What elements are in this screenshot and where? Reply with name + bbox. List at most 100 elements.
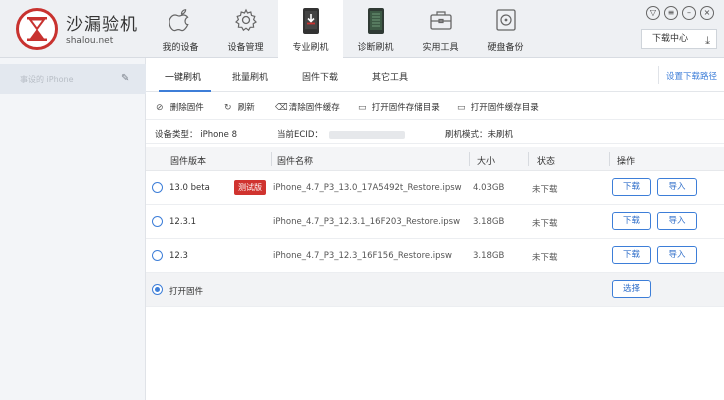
col-separator (469, 152, 470, 166)
col-status: 状态 (537, 157, 556, 167)
col-version: 固件版本 (170, 157, 207, 167)
sidebar-device-item[interactable]: 事设的 iPhone ✎ (0, 64, 146, 94)
device-name: 事设的 iPhone (20, 75, 74, 84)
firmware-version: 13.0 beta (169, 183, 210, 193)
ecid-redacted (328, 130, 405, 139)
window-controls: ▽ ≡ – × (646, 6, 714, 20)
flash-tabs: 一键刷机 批量刷机 固件下载 其它工具 设置下载路径 (146, 58, 724, 92)
tool-label: 清除固件缓存 (288, 103, 340, 113)
flash-mode-value: 未刷机 (487, 130, 514, 140)
beta-badge: 测试版 (234, 180, 266, 195)
menu-icon[interactable]: ≡ (664, 6, 678, 20)
nav-label: 专业刷机 (292, 43, 329, 53)
col-size: 大小 (477, 157, 496, 167)
row-radio[interactable] (152, 182, 163, 193)
tool-label: 删除固件 (169, 103, 204, 113)
table-row[interactable]: 12.3.1 iPhone_4.7_P3_12.3.1_16F203_Resto… (146, 205, 724, 239)
firmware-version: 12.3 (169, 251, 188, 261)
phone-flash-icon (299, 8, 323, 34)
table-row[interactable]: 13.0 beta 测试版 iPhone_4.7_P3_13.0_17A5492… (146, 171, 724, 205)
nav-label: 设备管理 (227, 43, 264, 53)
close-icon[interactable]: × (700, 6, 714, 20)
app-domain: shalou.net (66, 36, 114, 46)
table-row[interactable]: 12.3 iPhone_4.7_P3_12.3_16F156_Restore.i… (146, 239, 724, 273)
clear-cache-button[interactable]: ⌫ 清除固件缓存 (275, 101, 340, 113)
download-button[interactable]: 下载 (612, 246, 651, 264)
flash-mode-info: 刷机模式：未刷机 (445, 128, 513, 140)
col-separator (528, 152, 529, 166)
col-separator (271, 152, 272, 166)
choose-button[interactable]: 选择 (612, 280, 651, 298)
firmware-size: 3.18GB (473, 251, 505, 261)
open-cache-dir-button[interactable]: ▭ 打开固件缓存目录 (457, 101, 539, 113)
row-radio[interactable] (152, 250, 163, 261)
app-title: 沙漏验机 (66, 15, 138, 35)
minimize-icon[interactable]: – (682, 6, 696, 20)
col-name: 固件名称 (277, 157, 314, 167)
nav-device-manage[interactable]: 设备管理 (213, 0, 278, 58)
main-nav: 我的设备 设备管理 专业刷机 诊断刷机 实用工具 硬盘备份 (148, 0, 538, 58)
broom-icon: ⌫ (275, 103, 288, 113)
toolbox-icon (429, 8, 453, 32)
nav-pro-flash[interactable]: 专业刷机 (278, 0, 343, 58)
tool-label: 刷新 (237, 103, 255, 113)
col-separator (609, 152, 610, 166)
chip-icon (364, 8, 388, 34)
open-storage-dir-button[interactable]: ▭ 打开固件存储目录 (358, 101, 440, 113)
firmware-status: 未下载 (532, 253, 558, 263)
set-download-path-link[interactable]: 设置下载路径 (666, 70, 717, 82)
skin-icon[interactable]: ▽ (646, 6, 660, 20)
device-type-info: 设备类型： iPhone 8 (155, 128, 237, 140)
delete-firmware-button[interactable]: ⊘ 删除固件 (156, 101, 204, 113)
tab-batch-flash[interactable]: 批量刷机 (232, 70, 268, 83)
folder-icon: ▭ (358, 103, 367, 113)
download-center-label: 下载中心 (652, 34, 689, 44)
firmware-version: 12.3.1 (169, 217, 197, 227)
firmware-table-header: 固件版本 固件名称 大小 状态 操作 (146, 147, 724, 171)
download-button[interactable]: 下载 (612, 212, 651, 230)
nav-disk-backup[interactable]: 硬盘备份 (473, 0, 538, 58)
nav-tools[interactable]: 实用工具 (408, 0, 473, 58)
hourglass-logo-icon (16, 8, 58, 50)
edit-icon[interactable]: ✎ (121, 73, 129, 84)
download-button[interactable]: 下载 (612, 178, 651, 196)
row-radio[interactable] (152, 216, 163, 227)
nav-label: 硬盘备份 (487, 43, 524, 53)
apple-icon (168, 8, 193, 32)
tool-label: 打开固件存储目录 (371, 103, 440, 113)
import-button[interactable]: 导入 (657, 212, 697, 230)
device-type-label: 设备类型： (155, 130, 198, 140)
download-icon: ⤓ (705, 34, 710, 47)
device-type-value: iPhone 8 (200, 130, 238, 140)
app-header: 沙漏验机 shalou.net 我的设备 设备管理 专业刷机 诊断刷机 实用工具… (0, 0, 724, 58)
tab-firmware-download[interactable]: 固件下载 (302, 70, 338, 83)
firmware-status: 未下载 (532, 185, 558, 195)
firmware-status: 未下载 (532, 219, 558, 229)
nav-label: 诊断刷机 (357, 43, 394, 53)
tab-other-tools[interactable]: 其它工具 (372, 70, 408, 83)
delete-icon: ⊘ (156, 103, 164, 113)
main-panel: 一键刷机 批量刷机 固件下载 其它工具 设置下载路径 ⊘ 删除固件 ↻ 刷新 ⌫… (146, 58, 724, 400)
ecid-info: 当前ECID： (277, 128, 405, 140)
import-button[interactable]: 导入 (657, 178, 697, 196)
firmware-size: 4.03GB (473, 183, 505, 193)
device-info-bar: 设备类型： iPhone 8 当前ECID： 刷机模式：未刷机 (146, 120, 724, 144)
nav-my-device[interactable]: 我的设备 (148, 0, 213, 58)
refresh-button[interactable]: ↻ 刷新 (224, 101, 255, 113)
folder-icon: ▭ (457, 103, 466, 113)
flash-mode-label: 刷机模式： (445, 130, 488, 140)
import-button[interactable]: 导入 (657, 246, 697, 264)
firmware-toolbar: ⊘ 删除固件 ↻ 刷新 ⌫ 清除固件缓存 ▭ 打开固件存储目录 ▭ 打开固件缓存… (146, 92, 724, 120)
nav-diagnose-flash[interactable]: 诊断刷机 (343, 0, 408, 58)
tab-one-click-flash[interactable]: 一键刷机 (165, 70, 201, 83)
nav-label: 实用工具 (422, 43, 459, 53)
firmware-size: 3.18GB (473, 217, 505, 227)
open-firmware-radio[interactable] (152, 284, 163, 295)
open-firmware-row[interactable]: 打开固件 选择 (146, 273, 724, 307)
refresh-icon: ↻ (224, 103, 232, 113)
tool-label: 打开固件缓存目录 (470, 103, 539, 113)
nav-label: 我的设备 (162, 43, 199, 53)
firmware-name: iPhone_4.7_P3_13.0_17A5492t_Restore.ipsw (273, 183, 462, 193)
ecid-label: 当前ECID： (277, 130, 323, 140)
download-center-button[interactable]: 下载中心 ⤓ (641, 29, 717, 49)
